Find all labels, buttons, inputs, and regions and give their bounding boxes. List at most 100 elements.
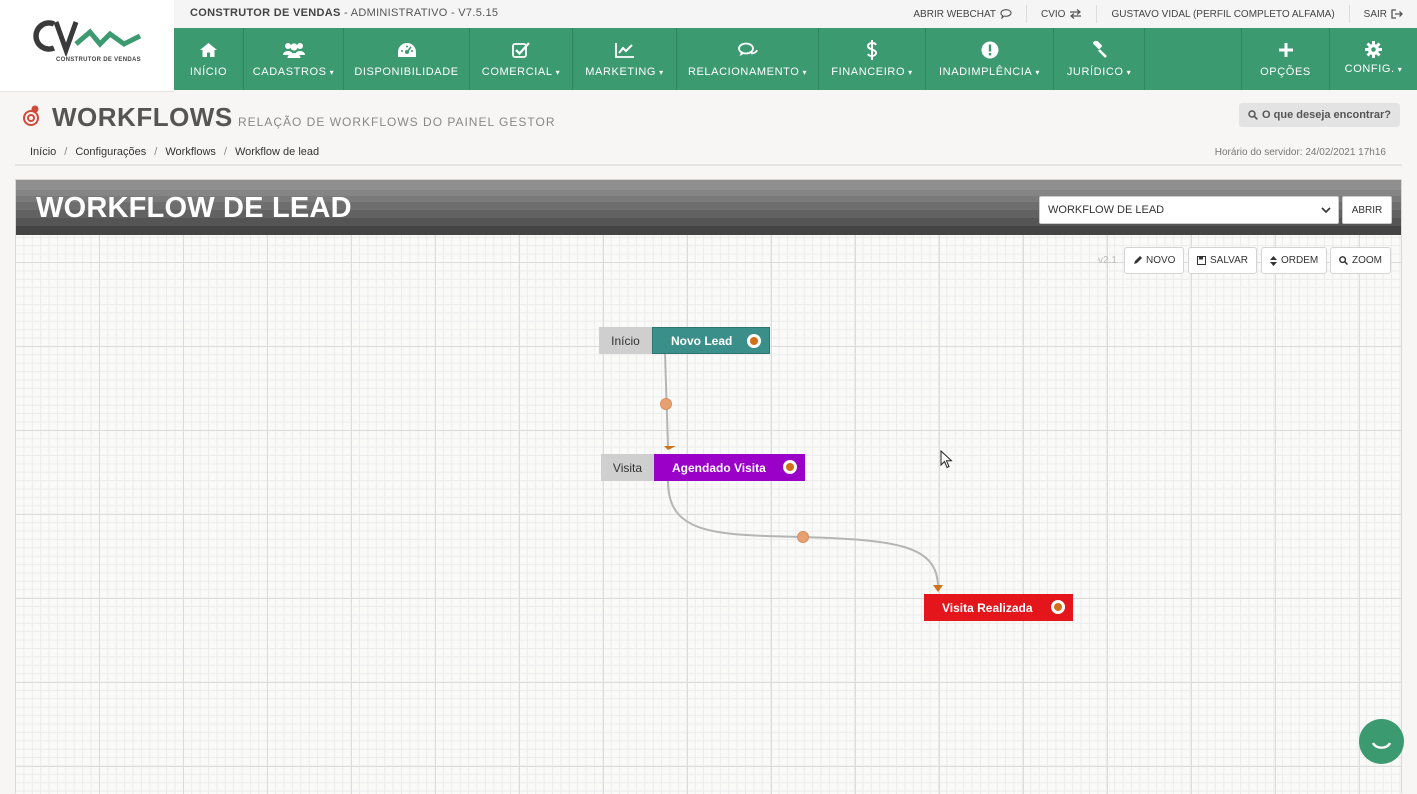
- workflow-title: WORKFLOW DE LEAD: [36, 192, 352, 224]
- brand-name: CONSTRUTOR DE VENDAS: [190, 7, 341, 19]
- open-webchat-label: ABRIR WEBCHAT: [913, 8, 996, 20]
- chart-line-icon: [614, 43, 634, 58]
- node-connector-icon[interactable]: [783, 460, 797, 474]
- cv-logo-icon: [33, 20, 142, 56]
- search-button-label: O que deseja encontrar?: [1262, 109, 1391, 121]
- chevron-down-icon: ▾: [1397, 65, 1403, 74]
- logout-link[interactable]: SAIR: [1348, 5, 1417, 23]
- workflow-select-value: WORKFLOW DE LEAD: [1048, 204, 1165, 216]
- workflow-panel: WORKFLOW DE LEAD WORKFLOW DE LEAD ABRIR …: [15, 179, 1402, 794]
- nav-relacionamento[interactable]: RELACIONAMENTO ▾: [677, 28, 819, 90]
- nav-marketing[interactable]: MARKETING ▾: [573, 28, 677, 90]
- chevron-down-icon: ▾: [802, 68, 808, 77]
- breadcrumb-separator: /: [154, 146, 158, 158]
- cvio-link[interactable]: CVIO: [1026, 5, 1096, 23]
- alert-icon: [981, 41, 998, 59]
- node-stage-label: Início: [599, 327, 652, 354]
- breadcrumb-current: Workflow de lead: [234, 146, 320, 158]
- chevron-down-icon: ▾: [555, 68, 561, 77]
- chevron-down-icon: ▾: [1035, 68, 1040, 77]
- workflow-panel-header: WORKFLOW DE LEAD WORKFLOW DE LEAD ABRIR: [16, 180, 1401, 235]
- breadcrumb-separator: /: [223, 146, 227, 158]
- cvio-label: CVIO: [1041, 8, 1066, 20]
- mouse-cursor-icon: [940, 450, 953, 469]
- chevron-down-icon: [1321, 207, 1331, 214]
- plus-icon: [1278, 43, 1293, 57]
- page-header: WORKFLOWS RELAÇÃO DE WORKFLOWS DO PAINEL…: [0, 92, 1417, 136]
- user-profile-link[interactable]: GUSTAVO VIDAL (PERFIL COMPLETO ALFAMA): [1096, 5, 1348, 23]
- chevron-down-icon: ▾: [329, 68, 335, 77]
- nav-comercial[interactable]: COMERCIAL ▾: [470, 28, 573, 90]
- workflow-canvas[interactable]: v2.1 NOVO SALVAR ORDEM ZOOM Início Novo …: [16, 235, 1401, 794]
- breadcrumb-bar: Início / Configurações / Workflows / Wor…: [15, 139, 1402, 166]
- top-bar: CONSTRUTOR DE VENDAS - ADMINISTRATIVO - …: [0, 0, 1417, 28]
- chevron-down-icon: ▾: [1126, 68, 1132, 77]
- logo[interactable]: CONSTRUTOR DE VENDAS: [0, 0, 174, 92]
- node-name: Agendado Visita: [672, 460, 766, 475]
- node-name: Visita Realizada: [942, 600, 1033, 615]
- workflow-select[interactable]: WORKFLOW DE LEAD: [1039, 196, 1339, 224]
- open-webchat-link[interactable]: ABRIR WEBCHAT: [899, 5, 1026, 23]
- nav-cadastros-label: CADASTROS: [252, 66, 327, 78]
- workflow-node-visita-realizada[interactable]: Visita Realizada: [924, 594, 1073, 621]
- workflow-connectors: [660, 352, 943, 592]
- logo-subtitle: CONSTRUTOR DE VENDAS: [56, 57, 141, 63]
- user-profile-label: GUSTAVO VIDAL (PERFIL COMPLETO ALFAMA): [1111, 8, 1335, 20]
- chevron-down-icon: ▾: [908, 68, 913, 77]
- nav-financeiro-label: FINANCEIRO: [831, 66, 906, 78]
- gear-icon: [1365, 40, 1382, 58]
- nav-marketing-label: MARKETING: [585, 66, 657, 78]
- nav-financeiro[interactable]: FINANCEIRO ▾: [819, 28, 926, 90]
- search-button[interactable]: O que deseja encontrar?: [1239, 103, 1400, 127]
- nav-disponibilidade[interactable]: DISPONIBILIDADE: [344, 28, 470, 90]
- node-stage-label: Visita: [601, 454, 654, 481]
- top-links: ABRIR WEBCHAT CVIO GUSTAVO VIDAL (PERFIL…: [899, 0, 1417, 28]
- users-icon: [282, 43, 305, 58]
- breadcrumb-separator: /: [64, 146, 68, 158]
- node-box[interactable]: Visita Realizada: [924, 594, 1073, 621]
- gavel-icon: [1092, 41, 1107, 58]
- nav-config[interactable]: CONFIG. ▾: [1329, 28, 1417, 90]
- checkbox-icon: [512, 42, 530, 58]
- dashboard-icon: [397, 43, 416, 57]
- node-connector-icon[interactable]: [1051, 600, 1065, 614]
- nav-inicio[interactable]: INÍCIO: [174, 28, 244, 90]
- sign-out-icon: [1391, 9, 1403, 19]
- nav-inadimplencia-label: INADIMPLÊNCIA: [939, 66, 1033, 78]
- breadcrumb: Início / Configurações / Workflows / Wor…: [30, 146, 319, 158]
- nav-cadastros[interactable]: CADASTROS ▾: [244, 28, 344, 90]
- nav-inadimplencia[interactable]: INADIMPLÊNCIA ▾: [926, 28, 1054, 90]
- breadcrumb-configuracoes[interactable]: Configurações: [75, 146, 146, 158]
- search-icon: [1248, 110, 1258, 120]
- open-workflow-button[interactable]: ABRIR: [1342, 196, 1392, 224]
- exchange-icon: [1070, 9, 1082, 19]
- node-box[interactable]: Novo Lead: [652, 327, 770, 354]
- logout-label: SAIR: [1363, 8, 1387, 20]
- node-box[interactable]: Agendado Visita: [654, 454, 805, 481]
- chat-smile-icon: [1371, 742, 1392, 749]
- breadcrumb-workflows[interactable]: Workflows: [165, 146, 216, 158]
- brand-version: - ADMINISTRATIVO - V7.5.15: [344, 7, 499, 19]
- workflow-icon: [23, 105, 39, 126]
- workflow-node-agendado-visita[interactable]: Visita Agendado Visita: [601, 454, 805, 481]
- page-subtitle: RELAÇÃO DE WORKFLOWS DO PAINEL GESTOR: [238, 115, 556, 129]
- workflow-node-novo-lead[interactable]: Início Novo Lead: [599, 327, 770, 354]
- nav-comercial-label: COMERCIAL: [481, 66, 553, 78]
- nav-juridico-label: JURÍDICO: [1066, 66, 1124, 78]
- nav-right: OPÇÕES CONFIG. ▾: [1241, 28, 1417, 90]
- nav-config-label: CONFIG.: [1344, 63, 1395, 75]
- page-title: WORKFLOWS: [52, 102, 233, 132]
- home-icon: [200, 43, 217, 57]
- breadcrumb-inicio[interactable]: Início: [30, 146, 56, 158]
- chat-widget-button[interactable]: [1359, 719, 1404, 764]
- main-nav: INÍCIO CADASTROS ▾ DISPONIBILIDADE COMERC…: [174, 28, 1417, 90]
- nav-opcoes[interactable]: OPÇÕES: [1241, 28, 1329, 90]
- chat-icon: [1000, 9, 1012, 19]
- nav-opcoes-label: OPÇÕES: [1260, 66, 1311, 78]
- node-name: Novo Lead: [671, 333, 733, 348]
- nav-juridico[interactable]: JURÍDICO ▾: [1054, 28, 1145, 90]
- chat-icon: [737, 42, 758, 56]
- brand-line: CONSTRUTOR DE VENDAS - ADMINISTRATIVO - …: [190, 7, 498, 19]
- nav-disponibilidade-label: DISPONIBILIDADE: [354, 66, 459, 78]
- node-connector-icon[interactable]: [747, 334, 761, 348]
